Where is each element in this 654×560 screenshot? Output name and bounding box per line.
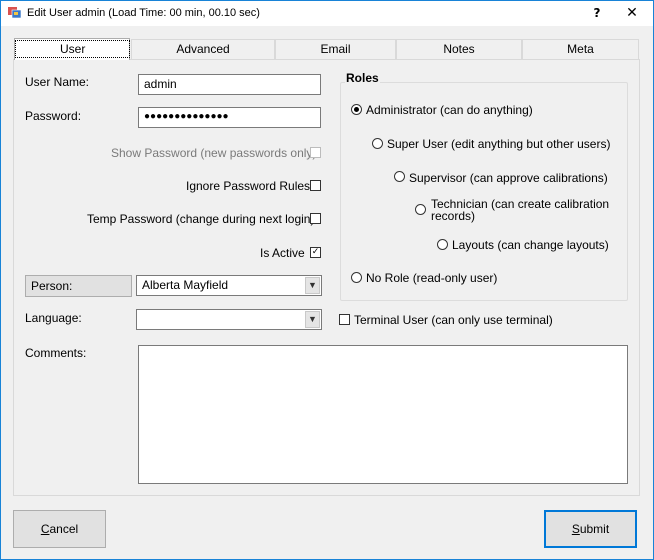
person-select[interactable]: Alberta Mayfield ▼ [136, 275, 322, 296]
tab-email[interactable]: Email [275, 39, 396, 59]
comments-textarea[interactable] [138, 345, 628, 484]
username-label: User Name: [25, 75, 90, 89]
window-title: Edit User admin (Load Time: 00 min, 00.1… [27, 7, 260, 19]
show-password-checkbox[interactable] [310, 147, 321, 158]
role-administrator-label: Administrator (can do anything) [366, 103, 533, 117]
role-no-role-label: No Role (read-only user) [366, 271, 498, 285]
terminal-user-checkbox[interactable] [339, 314, 350, 325]
temp-password-label: Temp Password (change during next login) [87, 212, 315, 226]
submit-label: ubmit [579, 522, 610, 536]
chevron-down-icon[interactable]: ▼ [305, 311, 320, 328]
tab-advanced[interactable]: Advanced [131, 39, 275, 59]
cancel-button[interactable]: Cancel [13, 510, 106, 548]
role-technician-radio[interactable] [415, 204, 426, 215]
password-input[interactable]: ●●●●●●●●●●●●●● [138, 107, 321, 128]
temp-password-checkbox[interactable] [310, 213, 321, 224]
radio-selected-dot [354, 107, 359, 112]
cancel-label: ancel [49, 522, 79, 536]
role-supervisor-radio[interactable] [394, 171, 405, 182]
tab-meta[interactable]: Meta [522, 39, 639, 59]
help-button[interactable]: ? [580, 1, 614, 26]
submit-mnemonic: S [571, 522, 580, 536]
submit-button[interactable]: Submit [544, 510, 637, 548]
role-administrator-radio[interactable] [351, 104, 362, 115]
comments-label: Comments: [25, 346, 87, 360]
roles-title: Roles [345, 71, 380, 85]
app-icon [8, 7, 22, 19]
chevron-down-icon[interactable]: ▼ [305, 277, 320, 294]
role-super-user-radio[interactable] [372, 138, 383, 149]
person-button[interactable]: Person: [25, 275, 132, 297]
role-layouts-label: Layouts (can change layouts) [452, 238, 609, 252]
is-active-checkbox[interactable]: ✓ [310, 247, 321, 258]
ignore-password-rules-label: Ignore Password Rules [186, 179, 311, 193]
role-super-user-label: Super User (edit anything but other user… [387, 137, 611, 151]
language-label: Language: [25, 311, 82, 325]
role-supervisor-label: Supervisor (can approve calibrations) [409, 171, 608, 185]
user-tab-panel: User Name: admin Password: ●●●●●●●●●●●●●… [13, 59, 640, 496]
tab-user[interactable]: User [14, 38, 131, 60]
password-label: Password: [25, 109, 82, 123]
username-input[interactable]: admin [138, 74, 321, 95]
terminal-user-label: Terminal User (can only use terminal) [354, 313, 553, 327]
role-layouts-radio[interactable] [437, 239, 448, 250]
role-technician-label-line2: records) [431, 209, 476, 223]
close-button[interactable]: ✕ [615, 1, 649, 26]
person-select-value: Alberta Mayfield [142, 278, 229, 292]
language-select[interactable]: ▼ [136, 309, 322, 330]
is-active-label: Is Active [260, 246, 305, 260]
tab-strip: User Advanced Email Notes Meta [13, 38, 639, 60]
ignore-password-rules-checkbox[interactable] [310, 180, 321, 191]
tab-user-label: User [15, 40, 131, 58]
edit-user-window: Edit User admin (Load Time: 00 min, 00.1… [0, 0, 654, 560]
role-no-role-radio[interactable] [351, 272, 362, 283]
title-bar: Edit User admin (Load Time: 00 min, 00.1… [1, 1, 653, 26]
tab-notes[interactable]: Notes [396, 39, 522, 59]
show-password-label: Show Password (new passwords only) [111, 146, 317, 160]
